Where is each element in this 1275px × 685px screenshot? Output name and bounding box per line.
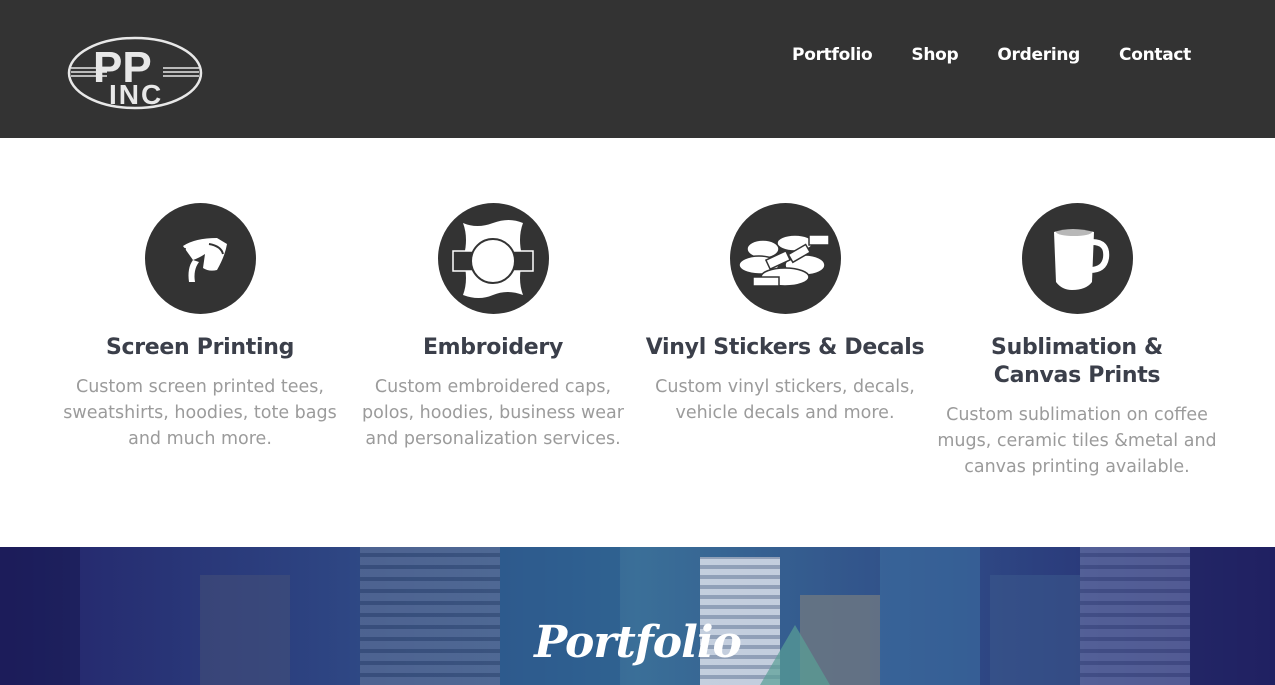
nav-item-portfolio[interactable]: Portfolio — [753, 42, 873, 68]
service-title: Screen Printing — [105, 335, 295, 360]
service-embroidery: Embroidery Custom embroidered caps, polo… — [343, 203, 643, 452]
portfolio-banner: Portfolio — [0, 547, 1275, 685]
nav-item-ordering[interactable]: Ordering — [958, 42, 1080, 68]
service-screen-printing: Screen Printing Custom screen printed te… — [50, 203, 350, 452]
service-description: Custom vinyl stickers, decals, vehicle d… — [655, 377, 915, 423]
site-header: PP INC Portfolio Shop Ordering Contact — [0, 0, 1275, 138]
stickers-icon — [729, 203, 841, 314]
mug-icon — [1021, 203, 1133, 314]
nav-item-contact[interactable]: Contact — [1080, 42, 1191, 68]
service-vinyl-stickers: Vinyl Stickers & Decals Custom vinyl sti… — [635, 203, 935, 426]
portfolio-heading: Portfolio — [534, 617, 742, 668]
service-title: Sublimation & Canvas Prints — [991, 335, 1163, 388]
pp-inc-logo[interactable]: PP INC — [67, 34, 207, 112]
service-title: Embroidery — [422, 335, 564, 360]
embroidery-hoop-icon — [437, 203, 549, 314]
service-sublimation: Sublimation & Canvas Prints Custom subli… — [927, 203, 1227, 480]
main-nav: Portfolio Shop Ordering Contact — [753, 42, 1191, 68]
service-title: Vinyl Stickers & Decals — [645, 335, 925, 360]
squeegee-icon — [144, 203, 256, 314]
services-section: Screen Printing Custom screen printed te… — [0, 138, 1275, 547]
service-description: Custom sublimation on coffee mugs, ceram… — [937, 405, 1217, 477]
service-description: Custom embroidered caps, polos, hoodies,… — [362, 377, 624, 449]
service-description: Custom screen printed tees, sweatshirts,… — [63, 377, 337, 449]
nav-item-shop[interactable]: Shop — [872, 42, 958, 68]
svg-text:INC: INC — [109, 79, 163, 110]
